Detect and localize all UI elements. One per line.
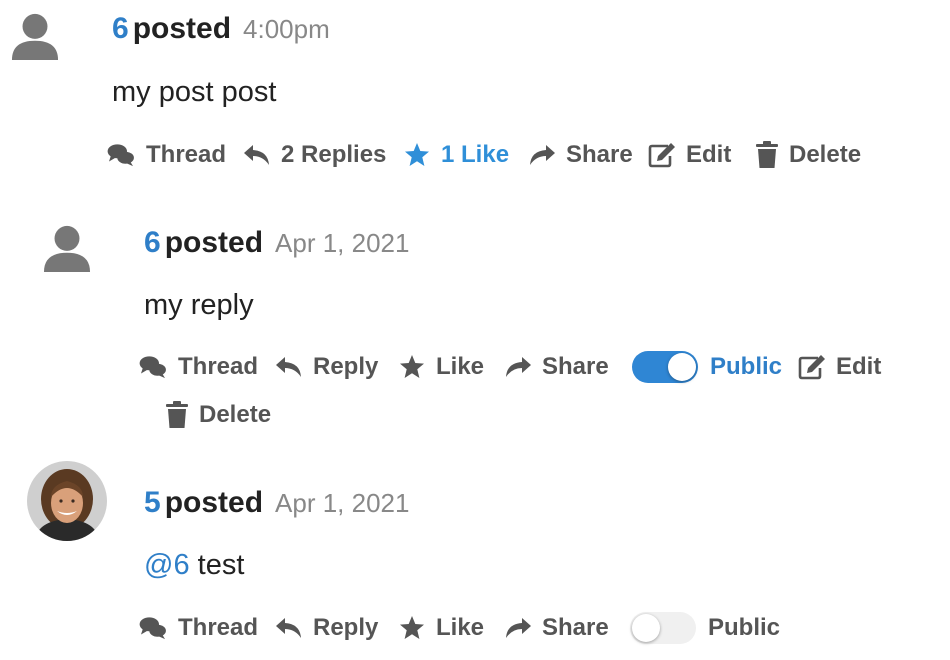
timestamp[interactable]: Apr 1, 2021 — [275, 488, 409, 518]
edit-icon — [648, 142, 676, 168]
share-icon — [504, 616, 532, 640]
edit-label: Edit — [836, 353, 882, 380]
trash-icon — [165, 401, 189, 429]
replies-label: 2 Replies — [281, 141, 387, 168]
thread-label: Thread — [146, 141, 227, 168]
reply-icon — [275, 616, 303, 640]
post-actions: Thread Reply Like Share Public Edit — [0, 350, 950, 384]
post-body: my post post — [112, 76, 277, 108]
post-text: test — [197, 549, 245, 581]
thread-button[interactable]: Thread — [138, 350, 258, 384]
author-link[interactable]: 6 — [144, 226, 161, 259]
star-icon — [403, 142, 431, 168]
star-icon — [398, 615, 426, 641]
reply-label: Reply — [313, 353, 379, 380]
like-label: Like — [436, 353, 485, 380]
user-photo — [27, 461, 107, 541]
timestamp[interactable]: 4:00pm — [243, 14, 330, 44]
edit-button[interactable]: Edit — [648, 138, 731, 172]
toggle-knob — [632, 614, 660, 642]
delete-label: Delete — [199, 401, 272, 428]
star-icon — [398, 354, 426, 380]
user-photo-avatar[interactable] — [27, 461, 107, 541]
share-button[interactable]: Share — [504, 611, 609, 645]
post-header: 6 posted Apr 1, 2021 — [144, 228, 409, 258]
reply-icon — [275, 355, 303, 379]
reply-button[interactable]: Reply — [275, 611, 378, 645]
share-button[interactable]: Share — [504, 350, 609, 384]
post-body: @6 test — [144, 551, 244, 580]
thread-icon — [138, 616, 168, 640]
post-body: my reply — [144, 289, 254, 321]
delete-button[interactable]: Delete — [165, 398, 271, 432]
share-button[interactable]: Share — [528, 138, 633, 172]
author-link[interactable]: 6 — [112, 12, 129, 45]
like-label: Like — [436, 614, 485, 641]
share-label: Share — [542, 353, 609, 380]
like-button[interactable]: 1 Like — [403, 138, 509, 172]
reply-icon — [243, 143, 271, 167]
share-icon — [528, 143, 556, 167]
edit-icon — [798, 354, 826, 380]
post-actions-row-2: Delete — [0, 398, 950, 432]
toggle-switch[interactable] — [630, 612, 696, 644]
public-toggle[interactable]: Public — [632, 350, 782, 384]
thread-icon — [106, 143, 136, 167]
reply-label: Reply — [313, 614, 379, 641]
share-label: Share — [542, 614, 609, 641]
public-label: Public — [710, 353, 783, 380]
share-label: Share — [566, 141, 633, 168]
post-actions: Thread Reply Like Share Public — [0, 611, 950, 645]
toggle-switch[interactable] — [632, 351, 698, 383]
post-header: 6 posted 4:00pm — [112, 14, 330, 44]
thread-icon — [138, 355, 168, 379]
like-label: 1 Like — [441, 141, 510, 168]
delete-label: Delete — [789, 141, 862, 168]
trash-icon — [755, 141, 779, 169]
public-label: Public — [708, 614, 781, 641]
posted-label: posted — [164, 486, 264, 519]
posted-label: posted — [132, 12, 232, 45]
thread-button[interactable]: Thread — [138, 611, 258, 645]
delete-button[interactable]: Delete — [755, 138, 861, 172]
user-avatar-icon[interactable] — [10, 12, 60, 60]
posted-label: posted — [164, 226, 264, 259]
like-button[interactable]: Like — [398, 611, 484, 645]
reply-button[interactable]: Reply — [275, 350, 378, 384]
thread-label: Thread — [178, 353, 259, 380]
thread-label: Thread — [178, 614, 259, 641]
author-link[interactable]: 5 — [144, 486, 161, 519]
user-mention-link[interactable]: @6 — [144, 549, 190, 581]
user-avatar-icon[interactable] — [42, 224, 92, 272]
public-toggle[interactable]: Public — [630, 611, 780, 645]
edit-button[interactable]: Edit — [798, 350, 881, 384]
post-actions: Thread 2 Replies 1 Like Share Edit Delet… — [0, 138, 950, 172]
like-button[interactable]: Like — [398, 350, 484, 384]
replies-button[interactable]: 2 Replies — [243, 138, 386, 172]
post-header: 5 posted Apr 1, 2021 — [144, 488, 409, 518]
thread-button[interactable]: Thread — [106, 138, 226, 172]
edit-label: Edit — [686, 141, 732, 168]
share-icon — [504, 355, 532, 379]
timestamp[interactable]: Apr 1, 2021 — [275, 228, 409, 258]
toggle-knob — [668, 353, 696, 381]
